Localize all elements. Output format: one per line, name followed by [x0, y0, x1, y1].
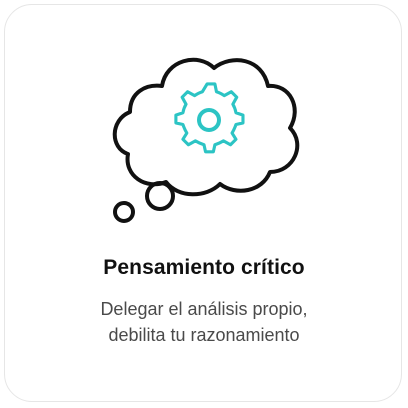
description-line-2: debilita tu razonamiento — [108, 325, 300, 345]
card-description: Delegar el análisis propio, debilita tu … — [0, 296, 408, 348]
thought-bubble-small — [113, 201, 135, 223]
thought-bubble-large — [145, 181, 175, 211]
cloud-outline — [112, 57, 300, 197]
gear-icon — [174, 82, 245, 154]
card-title: Pensamiento crítico — [103, 256, 305, 279]
description-line-1: Delegar el análisis propio, — [100, 299, 308, 319]
